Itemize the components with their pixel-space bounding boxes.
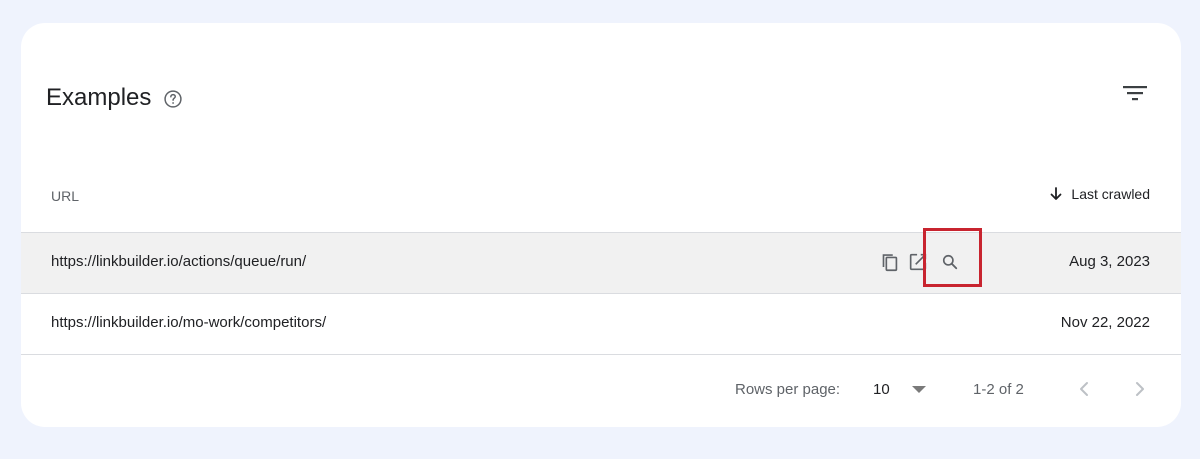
- page-range-text: 1-2 of 2: [973, 381, 1024, 398]
- table-header: URL Last crawled: [21, 171, 1181, 221]
- highlight-box: [923, 228, 982, 287]
- help-circle-icon[interactable]: [163, 88, 183, 108]
- copy-button[interactable]: [878, 250, 902, 274]
- arrow-down-icon: [1051, 187, 1062, 200]
- rows-per-page-select[interactable]: 10: [873, 381, 926, 398]
- previous-page-button[interactable]: [1072, 377, 1096, 401]
- row-url[interactable]: https://linkbuilder.io/mo-work/competito…: [51, 314, 326, 331]
- table-row[interactable]: https://linkbuilder.io/actions/queue/run…: [21, 232, 1181, 293]
- row-url[interactable]: https://linkbuilder.io/actions/queue/run…: [51, 253, 306, 270]
- card-title-text: Examples: [46, 84, 152, 111]
- rows-per-page-label: Rows per page:: [735, 381, 841, 398]
- table-row[interactable]: https://linkbuilder.io/mo-work/competito…: [21, 293, 1181, 354]
- column-header-url[interactable]: URL: [51, 188, 79, 204]
- filter-button[interactable]: [1119, 77, 1151, 109]
- chevron-left-icon: [1080, 382, 1088, 396]
- chevron-right-icon: [1136, 382, 1144, 396]
- rows-per-page-value: 10: [873, 381, 890, 398]
- next-page-button[interactable]: [1128, 377, 1152, 401]
- copy-icon: [882, 254, 898, 272]
- dropdown-caret-icon: [911, 386, 926, 393]
- examples-card: Examples URL Last crawled https://linkbu…: [21, 23, 1181, 427]
- column-header-last-crawled-label: Last crawled: [1071, 186, 1150, 202]
- filter-icon: [1123, 86, 1147, 101]
- card-title: Examples: [46, 83, 183, 113]
- row-last-crawled: Nov 22, 2022: [1060, 314, 1150, 331]
- column-header-last-crawled[interactable]: Last crawled: [1049, 186, 1150, 202]
- row-last-crawled: Aug 3, 2023: [1069, 253, 1150, 270]
- pagination-bar: Rows per page: 10 1-2 of 2: [21, 355, 1181, 427]
